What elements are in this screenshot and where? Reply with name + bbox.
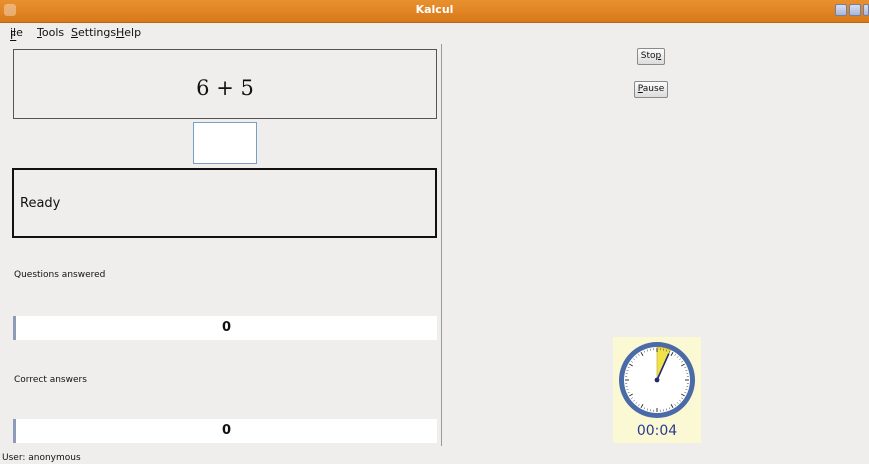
close-icon[interactable]	[863, 4, 869, 16]
panel-divider	[441, 44, 442, 446]
window-title: Kalcul	[415, 3, 454, 16]
timer-readout: 00:04	[636, 423, 678, 439]
status-text: Ready	[20, 196, 61, 211]
timer-widget: 00:04	[613, 337, 701, 443]
status-display: Ready	[12, 168, 437, 238]
clock-hub	[654, 377, 660, 383]
menu-help[interactable]: Help	[116, 26, 141, 39]
title-bar: Kalcul	[0, 0, 869, 23]
menu-tools[interactable]: Tools	[37, 26, 64, 39]
menu-file[interactable]: File	[10, 26, 23, 42]
pause-button[interactable]: Pause	[634, 81, 668, 98]
stop-button[interactable]: Stop	[637, 48, 665, 65]
minimize-icon[interactable]	[835, 4, 847, 16]
maximize-icon[interactable]	[849, 4, 861, 16]
menu-settings[interactable]: Settings	[71, 26, 116, 39]
clock-icon	[619, 342, 695, 418]
menu-bar: File Tools Settings Help	[0, 23, 869, 42]
questions-answered-label: Questions answered	[14, 270, 106, 280]
correct-answers-label: Correct answers	[14, 375, 87, 385]
question-text: 6 + 5	[196, 76, 254, 100]
answer-input[interactable]	[193, 122, 257, 164]
question-display: 6 + 5	[13, 49, 437, 119]
user-status: User: anonymous	[2, 453, 81, 463]
questions-answered-counter: 0	[13, 316, 437, 340]
correct-answers-value: 0	[221, 423, 232, 438]
questions-answered-value: 0	[221, 320, 232, 335]
correct-answers-counter: 0	[13, 419, 437, 443]
